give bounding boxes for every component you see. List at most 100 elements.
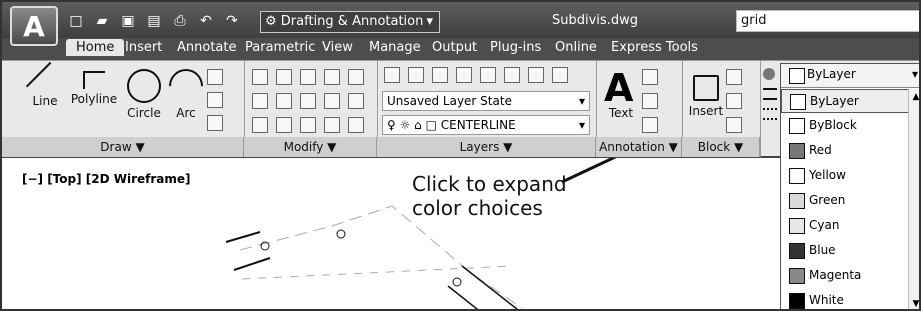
tab-parametric[interactable]: Parametric (245, 40, 315, 55)
move-icon[interactable] (252, 69, 268, 85)
drawing-file-name: Subdivis.dwg (552, 13, 638, 28)
color-swatch (789, 218, 805, 234)
color-option-label: Red (809, 143, 832, 157)
tab-express-tools[interactable]: Express Tools (611, 40, 698, 55)
drawing-geometry (225, 158, 617, 309)
mirror-icon[interactable] (276, 93, 292, 109)
save-icon[interactable]: ▣ (120, 13, 136, 29)
layer-merge-icon[interactable] (552, 67, 568, 83)
autocad-window: A □ ▰ ▣ ▤ ⎙ ↶ ↷ ⚙ Drafting & Annotation ▾… (0, 0, 921, 311)
insert-tool[interactable]: Insert (686, 75, 726, 118)
arc-tool[interactable]: Arc (161, 61, 211, 120)
pen-icon[interactable] (348, 69, 364, 85)
layer-lock-icon[interactable] (456, 67, 472, 83)
properties-icon[interactable] (348, 117, 364, 133)
edit-block-icon[interactable] (726, 93, 742, 109)
chevron-down-icon[interactable]: ▾ (912, 67, 918, 81)
match-properties-icon[interactable] (763, 68, 775, 80)
tab-insert[interactable]: Insert (125, 40, 162, 55)
print-icon[interactable]: ⎙ (172, 13, 188, 29)
tab-online[interactable]: Online (555, 40, 597, 55)
color-swatch (789, 193, 805, 209)
redo-icon[interactable]: ↷ (224, 13, 240, 29)
circle-tool[interactable]: Circle (120, 69, 168, 120)
undo-icon[interactable]: ↶ (198, 13, 214, 29)
polyline-label: Polyline (70, 92, 118, 106)
color-option-green[interactable]: Green (781, 189, 909, 213)
block-panel-title[interactable]: Block ▼ (682, 137, 760, 157)
chevron-down-icon: ▾ (578, 118, 585, 132)
layer-freeze-icon[interactable] (408, 67, 424, 83)
layer-isolate-icon[interactable] (480, 67, 496, 83)
explode-icon[interactable] (324, 93, 340, 109)
lineweight-icon[interactable] (763, 88, 777, 100)
trim-icon[interactable] (300, 69, 316, 85)
tab-annotate[interactable]: Annotate (177, 40, 236, 55)
tab-plug-ins[interactable]: Plug-ins (490, 40, 541, 55)
tab-home[interactable]: Home (66, 39, 125, 56)
tab-view[interactable]: View (322, 40, 353, 55)
leader-icon[interactable] (642, 93, 658, 109)
linetype-icon[interactable] (763, 108, 777, 120)
annotation-panel-title[interactable]: Annotation ▼ (596, 137, 682, 157)
open-folder-icon[interactable]: ▰ (94, 13, 110, 29)
modify-panel-title[interactable]: Modify ▼ (244, 137, 377, 157)
color-option-yellow[interactable]: Yellow (781, 164, 909, 188)
layer-properties-icon[interactable] (384, 67, 400, 83)
chevron-down-icon: ▾ (578, 94, 585, 108)
scroll-down-icon[interactable]: ▼ (910, 298, 919, 309)
color-option-blue[interactable]: Blue (781, 239, 909, 263)
layer-state-select[interactable]: Unsaved Layer State ▾ (382, 91, 590, 111)
text-tool[interactable]: Text (606, 106, 636, 120)
search-input[interactable]: grid (736, 10, 919, 32)
array-icon[interactable] (300, 117, 316, 133)
color-option-white[interactable]: White (781, 289, 909, 309)
rectangle-icon[interactable] (207, 69, 223, 85)
color-option-magenta[interactable]: Magenta (781, 264, 909, 288)
line-tool[interactable]: Line (24, 61, 66, 108)
rotate-icon[interactable] (276, 69, 292, 85)
color-list-scrollbar[interactable]: ▲ ▼ (908, 89, 919, 309)
join-icon[interactable] (324, 117, 340, 133)
tab-manage[interactable]: Manage (369, 40, 421, 55)
hatch-icon[interactable] (207, 115, 223, 131)
scale-icon[interactable] (276, 117, 292, 133)
block-attributes-icon[interactable] (726, 117, 742, 133)
layer-off-icon[interactable] (432, 67, 448, 83)
layers-panel-title[interactable]: Layers ▼ (377, 137, 596, 157)
workspace-selector[interactable]: ⚙ Drafting & Annotation ▾ (260, 11, 440, 33)
polyline-tool[interactable]: Polyline (64, 71, 124, 106)
new-file-icon[interactable]: □ (68, 13, 84, 29)
table-icon[interactable] (642, 117, 658, 133)
application-menu-button[interactable]: A (10, 6, 58, 46)
text-icon[interactable]: A (604, 66, 633, 110)
draw-panel-title[interactable]: Draw ▼ (2, 137, 244, 157)
layer-match-icon[interactable] (504, 67, 520, 83)
layer-state-value: Unsaved Layer State (387, 94, 512, 108)
color-option-cyan[interactable]: Cyan (781, 214, 909, 238)
insert-icon (693, 75, 719, 101)
workspace-label: Drafting & Annotation (280, 14, 424, 29)
fillet-icon[interactable] (300, 93, 316, 109)
callout-leader-line (561, 158, 617, 184)
color-option-red[interactable]: Red (781, 139, 909, 163)
color-selector[interactable]: ByLayer ▾ (781, 64, 919, 88)
drawing-area[interactable]: [−] [Top] [2D Wireframe] Click to expand… (2, 158, 784, 309)
current-layer-select[interactable]: ♀ ☼ ⌂ □ CENTERLINE ▾ (382, 115, 590, 135)
color-option-bylayer[interactable]: ByLayer (781, 89, 909, 113)
stretch-icon[interactable] (252, 117, 268, 133)
offset-icon[interactable] (348, 93, 364, 109)
dimension-icon[interactable] (642, 69, 658, 85)
tab-output[interactable]: Output (432, 40, 477, 55)
arc-label: Arc (176, 106, 196, 120)
erase-icon[interactable] (324, 69, 340, 85)
ellipse-icon[interactable] (207, 92, 223, 108)
layer-walk-icon[interactable] (528, 67, 544, 83)
title-bar: A □ ▰ ▣ ▤ ⎙ ↶ ↷ ⚙ Drafting & Annotation ▾… (2, 2, 919, 46)
color-option-byblock[interactable]: ByBlock (781, 114, 909, 138)
save-as-icon[interactable]: ▤ (146, 13, 162, 29)
scroll-up-icon[interactable]: ▲ (910, 91, 919, 103)
copy-icon[interactable] (252, 93, 268, 109)
create-block-icon[interactable] (726, 69, 742, 85)
color-dropdown[interactable]: ByLayer ▾ ByLayer ByBlock Red Yellow Green Cya… (780, 63, 919, 309)
